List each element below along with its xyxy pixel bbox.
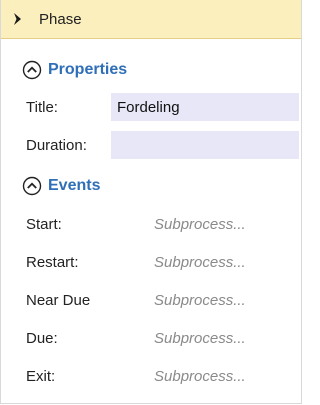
events-section-header[interactable]: Events	[22, 173, 301, 199]
subprocess-link[interactable]: Subprocess...	[154, 292, 246, 309]
chevron-right-icon[interactable]	[11, 12, 25, 26]
event-row-exit: Exit: Subprocess...	[26, 357, 301, 395]
event-label: Restart:	[26, 253, 79, 271]
properties-section-header[interactable]: Properties	[22, 57, 301, 83]
events-section-label: Events	[48, 177, 101, 194]
duration-row: Duration:	[26, 131, 301, 159]
properties-section-label: Properties	[48, 61, 128, 78]
duration-input[interactable]	[111, 131, 299, 159]
event-label: Due:	[26, 329, 58, 347]
title-label: Title:	[26, 98, 58, 116]
title-input[interactable]	[111, 93, 299, 121]
event-label: Exit:	[26, 367, 56, 385]
phase-properties-panel: Phase Properties Title: Duration: Events	[0, 0, 302, 404]
subprocess-link[interactable]: Subprocess...	[154, 254, 246, 271]
title-row: Title:	[26, 93, 301, 121]
collapse-icon[interactable]	[22, 176, 42, 196]
event-label: Start:	[26, 215, 62, 233]
panel-header[interactable]: Phase	[1, 0, 301, 39]
panel-title: Phase	[39, 10, 82, 28]
event-row-restart: Restart: Subprocess...	[26, 243, 301, 281]
event-row-near-due: Near Due Subprocess...	[26, 281, 301, 319]
subprocess-link[interactable]: Subprocess...	[154, 216, 246, 233]
event-row-due: Due: Subprocess...	[26, 319, 301, 357]
subprocess-link[interactable]: Subprocess...	[154, 368, 246, 385]
subprocess-link[interactable]: Subprocess...	[154, 330, 246, 347]
event-row-start: Start: Subprocess...	[26, 205, 301, 243]
event-label: Near Due	[26, 291, 91, 309]
duration-label: Duration:	[26, 136, 87, 154]
collapse-icon[interactable]	[22, 60, 42, 80]
